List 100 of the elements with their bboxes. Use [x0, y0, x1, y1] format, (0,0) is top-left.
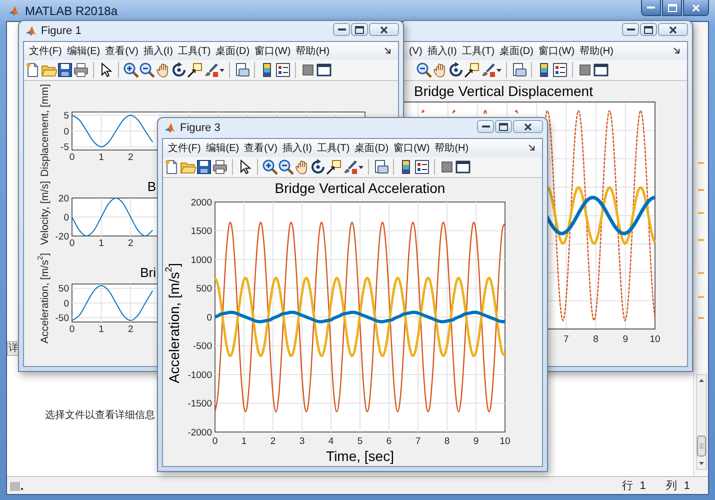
- y-axis-label: Velocity, [m/s]: [38, 180, 52, 245]
- data-cursor-icon[interactable]: [464, 62, 480, 78]
- menu-item[interactable]: 桌面(D): [214, 44, 251, 58]
- menu-item[interactable]: 文件(F): [167, 141, 202, 155]
- brush-icon[interactable]: [203, 62, 219, 78]
- chart-title: Bridge Vertical Acceleration: [274, 179, 446, 198]
- minimize-button[interactable]: [333, 23, 350, 36]
- window-icon[interactable]: [593, 62, 609, 78]
- menu-item[interactable]: 工具(T): [460, 44, 496, 58]
- minimize-icon: [647, 6, 655, 9]
- close-icon: [380, 26, 388, 34]
- document-icon[interactable]: [511, 62, 527, 78]
- menu-item[interactable]: 查看(V): [243, 141, 278, 155]
- zoom-out-icon[interactable]: [278, 159, 294, 175]
- document-icon[interactable]: [373, 159, 389, 175]
- menu-item[interactable]: 插入(I): [142, 44, 174, 58]
- x-tick-label: 4: [328, 436, 334, 447]
- close-button[interactable]: [683, 0, 709, 16]
- minimize-button[interactable]: [622, 23, 639, 36]
- x-tick-label: 5: [357, 436, 363, 447]
- maximize-button[interactable]: [640, 23, 657, 36]
- dock-arrow-icon[interactable]: [528, 144, 536, 152]
- minimize-button[interactable]: [477, 120, 494, 133]
- menu-item[interactable]: 帮助(H): [294, 44, 331, 58]
- menu-item[interactable]: 帮助(H): [434, 141, 470, 155]
- x-tick-label: 7: [415, 436, 421, 447]
- zoom-out-icon[interactable]: [416, 62, 432, 78]
- menu-item[interactable]: 工具(T): [316, 141, 351, 155]
- menu-item[interactable]: 插入(I): [426, 44, 458, 58]
- minimize-button[interactable]: [641, 0, 661, 16]
- maximize-button[interactable]: [495, 120, 512, 133]
- printer-icon[interactable]: [73, 62, 89, 78]
- menu-item[interactable]: 桌面(D): [498, 44, 534, 58]
- grip-icon: [9, 480, 25, 492]
- menu-item[interactable]: 编辑(E): [66, 44, 102, 58]
- details-message: 选择文件以查看详细信息: [45, 408, 155, 422]
- y-tick-label: 20: [58, 193, 69, 204]
- zoom-out-icon[interactable]: [139, 62, 155, 78]
- data-cursor-icon[interactable]: [187, 62, 203, 78]
- menu-item[interactable]: 桌面(D): [354, 141, 390, 155]
- menu-item[interactable]: 工具(T): [176, 44, 212, 58]
- x-tick-label: 2: [128, 324, 134, 335]
- x-tick-label: 8: [444, 436, 450, 447]
- zoom-in-icon[interactable]: [262, 159, 278, 175]
- document-icon[interactable]: [234, 62, 250, 78]
- x-tick-label: 8: [593, 334, 598, 345]
- close-button[interactable]: [513, 120, 543, 133]
- x-axis-label: Time, [sec]: [325, 448, 395, 465]
- x-tick-label: 10: [650, 334, 660, 345]
- rotate-icon[interactable]: [448, 62, 464, 78]
- square-icon[interactable]: [300, 62, 316, 78]
- y-tick-label: 1500: [190, 226, 212, 238]
- maximize-icon: [499, 122, 508, 130]
- menu-item[interactable]: 查看(V): [104, 44, 140, 58]
- data-cursor-icon[interactable]: [326, 159, 342, 175]
- legend-icon[interactable]: [552, 62, 568, 78]
- square-icon[interactable]: [439, 159, 455, 175]
- minimize-icon: [482, 125, 490, 128]
- close-button[interactable]: [369, 23, 399, 36]
- menu-item[interactable]: 插入(I): [281, 141, 313, 155]
- zoom-in-icon[interactable]: [123, 62, 139, 78]
- close-button[interactable]: [658, 23, 688, 36]
- hand-icon[interactable]: [432, 62, 448, 78]
- y-tick-label: -50: [55, 312, 69, 324]
- maximize-button[interactable]: [351, 23, 368, 36]
- x-tick-label: 1: [98, 324, 104, 335]
- menu-item[interactable]: 窗口(W): [392, 141, 431, 155]
- new-file-icon[interactable]: [25, 62, 41, 78]
- maximize-icon: [668, 4, 676, 12]
- window-icon[interactable]: [316, 62, 332, 78]
- menu-item[interactable]: 帮助(H): [578, 44, 614, 58]
- menu-item[interactable]: 窗口(W): [537, 44, 576, 58]
- dock-arrow-icon[interactable]: [384, 47, 392, 55]
- y-tick-label: -20: [55, 231, 69, 242]
- save-icon[interactable]: [57, 62, 73, 78]
- printer-icon[interactable]: [212, 159, 228, 175]
- menu-item[interactable]: 窗口(W): [254, 44, 292, 58]
- rotate-icon[interactable]: [171, 62, 187, 78]
- legend-icon[interactable]: [275, 62, 291, 78]
- brush-icon[interactable]: [480, 62, 496, 78]
- maximize-icon: [644, 26, 653, 34]
- app-logo-icon: [25, 25, 37, 37]
- hand-icon[interactable]: [155, 62, 171, 78]
- brush-icon[interactable]: [342, 159, 358, 175]
- legend-icon[interactable]: [414, 159, 430, 175]
- menu-item[interactable]: 编辑(E): [204, 141, 240, 155]
- save-icon[interactable]: [196, 159, 212, 175]
- scrollbar[interactable]: [696, 374, 706, 470]
- maximize-button[interactable]: [662, 0, 682, 16]
- rotate-icon[interactable]: [310, 159, 326, 175]
- window-icon[interactable]: [455, 159, 471, 175]
- square-icon[interactable]: [577, 62, 593, 78]
- menu-item[interactable]: 文件(F): [28, 44, 63, 58]
- dock-arrow-icon[interactable]: [673, 47, 681, 55]
- menu-item[interactable]: (V): [408, 46, 424, 56]
- column-label: 列: [666, 479, 677, 493]
- x-tick-label: 6: [386, 436, 392, 447]
- hand-icon[interactable]: [294, 159, 310, 175]
- new-file-icon[interactable]: [164, 159, 180, 175]
- close-icon: [692, 4, 700, 12]
